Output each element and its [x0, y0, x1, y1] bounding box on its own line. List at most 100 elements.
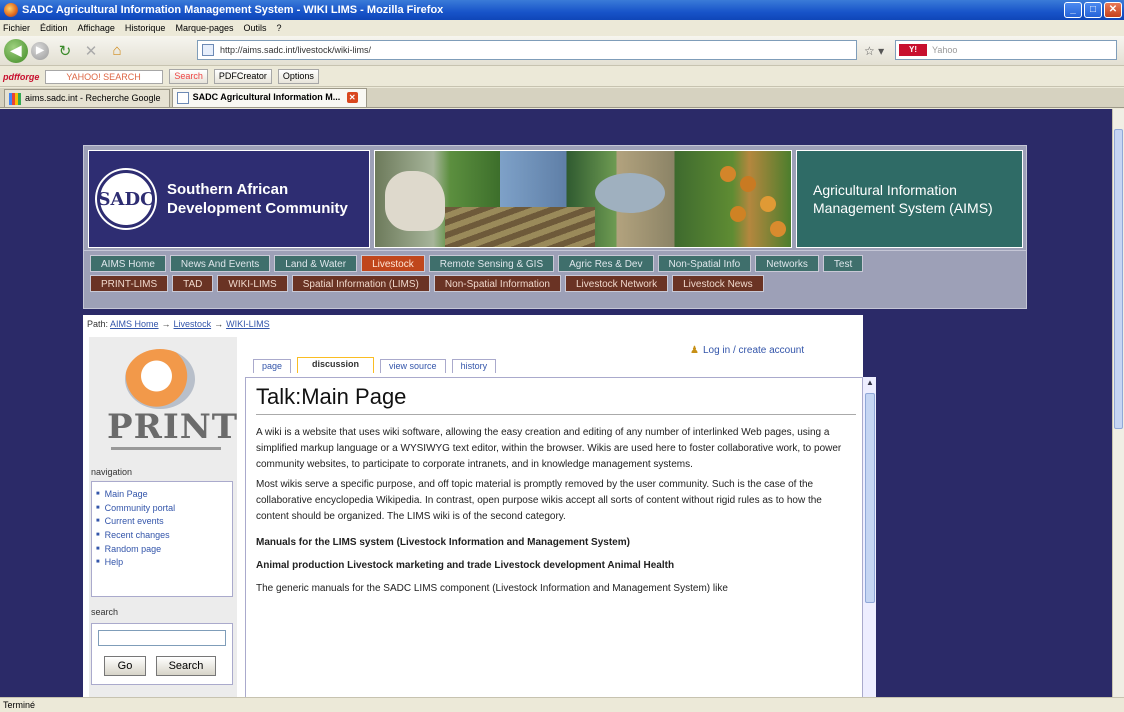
nav-networks[interactable]: Networks — [755, 255, 819, 272]
content-scrollbar[interactable]: ▲ — [862, 377, 876, 697]
breadcrumb-item[interactable]: Livestock — [174, 319, 212, 329]
yahoo-icon: Y! — [899, 44, 927, 56]
nav-community-portal[interactable]: Community portal — [96, 502, 228, 516]
yahoo-search-input[interactable]: YAHOO! SEARCH — [45, 70, 163, 84]
aims-title-line2: Management System (AIMS) — [813, 199, 1022, 217]
paragraph: Most wikis serve a specific purpose, and… — [256, 477, 856, 525]
nav-wiki-lims[interactable]: WIKI-LIMS — [217, 275, 287, 292]
nav-test[interactable]: Test — [823, 255, 863, 272]
nav-livestock[interactable]: Livestock — [361, 255, 425, 272]
menu-bookmarks[interactable]: Marque-pages — [175, 23, 233, 33]
nav-news-and-events[interactable]: News And Events — [170, 255, 270, 272]
bookmark-star-icon[interactable]: ☆ ▾ — [864, 44, 884, 58]
login-link[interactable]: Log in / create account — [690, 345, 804, 356]
nav-agric-res-dev[interactable]: Agric Res & Dev — [558, 255, 653, 272]
nav-aims-home[interactable]: AIMS Home — [90, 255, 166, 272]
nav-land-water[interactable]: Land & Water — [274, 255, 357, 272]
go-button[interactable]: Go — [104, 656, 146, 676]
options-button[interactable]: Options — [278, 69, 319, 84]
nav-livestock-network[interactable]: Livestock Network — [565, 275, 668, 292]
home-icon[interactable]: ⌂ — [107, 41, 127, 61]
scroll-up-icon[interactable]: ▲ — [864, 378, 876, 390]
menu-file[interactable]: Fichier — [3, 23, 30, 33]
browser-scroll-thumb[interactable] — [1114, 129, 1123, 429]
tab-view-source[interactable]: view source — [380, 359, 446, 373]
nav-print-lims[interactable]: PRINT-LIMS — [90, 275, 168, 292]
addon-toolbar: pdfforge YAHOO! SEARCH Search PDFCreator… — [0, 67, 1124, 87]
close-tab-icon[interactable]: ✕ — [347, 92, 358, 103]
nav-current-events[interactable]: Current events — [96, 515, 228, 529]
globe-icon — [125, 349, 195, 409]
aims-title-line1: Agricultural Information — [813, 181, 1022, 199]
section-heading: Animal production Livestock marketing an… — [256, 560, 864, 571]
window-title: SADC Agricultural Information Management… — [22, 4, 443, 16]
nav-random-page[interactable]: Random page — [96, 543, 228, 557]
org-name-line1: Southern African — [167, 180, 348, 199]
back-button[interactable]: ◀ — [4, 39, 28, 63]
tab-label: SADC Agricultural Information M... — [193, 92, 341, 102]
breadcrumb-prefix: Path: — [87, 319, 108, 329]
nav-help[interactable]: Help — [96, 556, 228, 570]
nav-spatial-information-lims[interactable]: Spatial Information (LIMS) — [292, 275, 430, 292]
search-portlet: Go Search — [91, 623, 233, 685]
print-logo[interactable]: PRINT — [97, 349, 227, 459]
nav-livestock-news[interactable]: Livestock News — [672, 275, 763, 292]
tab-page[interactable]: page — [253, 359, 291, 373]
search-button[interactable]: Search — [156, 656, 216, 676]
breadcrumb-item[interactable]: WIKI-LIMS — [226, 319, 270, 329]
pdfforge-logo: pdfforge — [3, 72, 39, 82]
wiki-content: Talk:Main Page A wiki is a website that … — [245, 377, 875, 697]
nav-non-spatial-info[interactable]: Non-Spatial Info — [658, 255, 752, 272]
wiki-sidebar: PRINT navigation Main Page Community por… — [89, 337, 237, 697]
address-bar[interactable]: http://aims.sadc.int/livestock/wiki-lims… — [197, 40, 857, 60]
section-heading: Manuals for the LIMS system (Livestock I… — [256, 537, 864, 548]
menu-bar: Fichier Édition Affichage Historique Mar… — [0, 20, 1124, 36]
header-photo-collage — [374, 150, 792, 248]
tab-discussion[interactable]: discussion — [297, 357, 374, 373]
aims-banner: Agricultural Information Management Syst… — [796, 150, 1023, 248]
tab-strip: aims.sadc.int - Recherche Google SADC Ag… — [0, 88, 1124, 108]
page-title: Talk:Main Page — [256, 384, 856, 415]
stop-icon[interactable]: ✕ — [81, 41, 101, 61]
scroll-thumb[interactable] — [865, 393, 875, 603]
search-engine-box[interactable]: Y! Yahoo ⌕ — [895, 40, 1117, 60]
nav-recent-changes[interactable]: Recent changes — [96, 529, 228, 543]
main-navigation: AIMS HomeNews And EventsLand & WaterLive… — [83, 251, 1027, 309]
tab-sadc[interactable]: SADC Agricultural Information M... ✕ — [172, 88, 367, 107]
pdfcreator-button[interactable]: PDFCreator — [214, 69, 272, 84]
navigation-portlet: Main Page Community portal Current event… — [91, 481, 233, 597]
nav-tad[interactable]: TAD — [172, 275, 213, 292]
menu-help[interactable]: ? — [277, 23, 282, 33]
page-viewport: SADC Southern African Development Commun… — [0, 109, 1112, 697]
close-button[interactable]: ✕ — [1104, 2, 1122, 18]
status-text: Terminé — [3, 700, 35, 710]
url-text: http://aims.sadc.int/livestock/wiki-lims… — [220, 45, 371, 55]
toolbar-search-button[interactable]: Search — [169, 69, 208, 84]
page-container: SADC Southern African Development Commun… — [83, 145, 1027, 697]
firefox-icon — [4, 3, 18, 17]
maximize-button[interactable]: □ — [1084, 2, 1102, 18]
browser-scrollbar[interactable] — [1112, 109, 1124, 697]
nav-non-spatial-information[interactable]: Non-Spatial Information — [434, 275, 561, 292]
reload-icon[interactable]: ↻ — [55, 41, 75, 61]
sadc-banner[interactable]: SADC Southern African Development Commun… — [88, 150, 370, 248]
page-icon — [202, 44, 214, 56]
nav-remote-sensing-gis[interactable]: Remote Sensing & GIS — [429, 255, 554, 272]
tab-history[interactable]: history — [452, 359, 497, 373]
tab-google[interactable]: aims.sadc.int - Recherche Google — [4, 89, 170, 107]
menu-edit[interactable]: Édition — [40, 23, 68, 33]
google-icon — [9, 93, 21, 105]
forward-button[interactable]: ▶ — [31, 42, 49, 60]
menu-history[interactable]: Historique — [125, 23, 166, 33]
menu-view[interactable]: Affichage — [78, 23, 115, 33]
breadcrumb-item[interactable]: AIMS Home — [110, 319, 159, 329]
tab-label: aims.sadc.int - Recherche Google — [25, 93, 161, 103]
navigation-heading: navigation — [91, 467, 132, 477]
sadc-logo: SADC — [97, 170, 155, 228]
minimize-button[interactable]: _ — [1064, 2, 1082, 18]
breadcrumb: Path: AIMS Home→Livestock→WIKI-LIMS — [87, 319, 270, 329]
menu-tools[interactable]: Outils — [244, 23, 267, 33]
paragraph: A wiki is a website that uses wiki softw… — [256, 425, 856, 473]
nav-main-page[interactable]: Main Page — [96, 488, 228, 502]
wiki-search-input[interactable] — [98, 630, 226, 646]
